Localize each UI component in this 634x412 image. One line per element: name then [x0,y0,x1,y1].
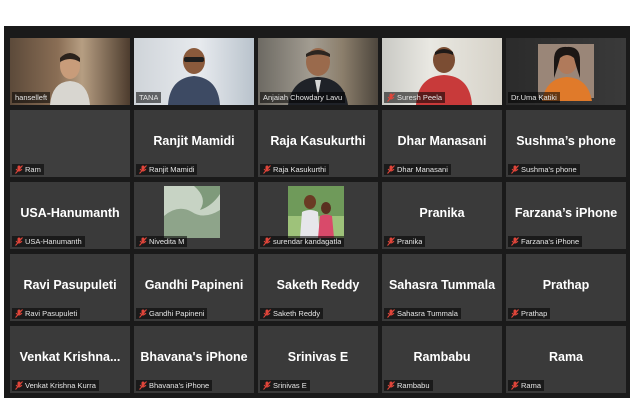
participant-display-name: Venkat Krishna... [19,350,121,364]
mic-muted-icon [15,381,23,390]
participant-label: Dr.Uma Katiki [508,92,560,103]
participant-label: Venkat Krishna Kurra [12,380,99,391]
participant-tile[interactable]: Pranika Pranika [382,182,502,249]
participant-tile[interactable]: Rama Rama [506,326,626,393]
participant-tile[interactable]: surendar kandagatla [258,182,378,249]
participant-tile[interactable]: Rambabu Rambabu [382,326,502,393]
participant-grid: hanselleft TANA Anjaiah Chowdary Lavu Su… [10,38,630,393]
participant-display-name: Gandhi Papineni [144,278,244,292]
participant-label: Suresh Peela [384,92,446,103]
participant-tile[interactable]: Suresh Peela [382,38,502,105]
participant-tile[interactable]: Ranjit Mamidi Ranjit Mamidi [134,110,254,177]
participant-label: Saketh Reddy [260,308,324,319]
participant-display-name: Saketh Reddy [276,278,360,292]
mic-muted-icon [387,381,395,390]
participant-tile[interactable]: Sahasra Tummala Sahasra Tummala [382,254,502,321]
mic-muted-icon [263,165,271,174]
participant-tile[interactable]: Saketh Reddy Saketh Reddy [258,254,378,321]
mic-muted-icon [15,165,23,174]
participant-label: Rama [508,380,545,391]
participant-tile[interactable]: USA-Hanumanth USA-Hanumanth [10,182,130,249]
participant-label: Nivedita M [136,236,188,247]
mic-muted-icon [139,381,147,390]
participant-display-name: Sahasra Tummala [388,278,496,292]
participant-display-name: Pranika [419,206,465,220]
mic-muted-icon [15,237,23,246]
participant-label: Sushma's phone [508,164,580,175]
mic-muted-icon [511,309,519,318]
participant-tile[interactable]: Ram [10,110,130,177]
participant-label: TANA [136,92,162,103]
participant-tile[interactable]: Anjaiah Chowdary Lavu [258,38,378,105]
participant-label: Srinivas E [260,380,310,391]
participant-tile[interactable]: Dhar Manasani Dhar Manasani [382,110,502,177]
participant-label: Gandhi Papineni [136,308,208,319]
participant-display-name: Rambabu [413,350,471,364]
mic-muted-icon [263,237,271,246]
mic-muted-icon [139,165,147,174]
participant-tile-active-speaker[interactable]: Dr.Uma Katiki [506,38,626,105]
participant-label: Bhavana's iPhone [136,380,213,391]
participant-label: Anjaiah Chowdary Lavu [260,92,346,103]
participant-label: Rambabu [384,380,433,391]
participant-label: USA-Hanumanth [12,236,85,247]
profile-picture [164,186,220,238]
participant-tile[interactable]: Prathap Prathap [506,254,626,321]
mic-muted-icon [387,309,395,318]
meeting-gallery-view: hanselleft TANA Anjaiah Chowdary Lavu Su… [4,26,630,398]
mic-muted-icon [263,381,271,390]
participant-tile[interactable]: Nivedita M [134,182,254,249]
participant-display-name: USA-Hanumanth [20,206,120,220]
participant-tile[interactable]: Ravi Pasupuleti Ravi Pasupuleti [10,254,130,321]
mic-muted-icon [387,237,395,246]
participant-label: Ram [12,164,44,175]
participant-tile[interactable]: Gandhi Papineni Gandhi Papineni [134,254,254,321]
participant-display-name: Ravi Pasupuleti [23,278,117,292]
mic-muted-icon [511,237,519,246]
participant-display-name: Raja Kasukurthi [270,134,366,148]
participant-tile[interactable]: Bhavana's iPhone Bhavana's iPhone [134,326,254,393]
mic-muted-icon [139,309,147,318]
participant-display-name: Srinivas E [287,350,349,364]
participant-tile[interactable]: Venkat Krishna... Venkat Krishna Kurra [10,326,130,393]
participant-label: Pranika [384,236,426,247]
participant-tile[interactable]: Sushma’s phone Sushma's phone [506,110,626,177]
mic-muted-icon [263,309,271,318]
participant-label: Prathap [508,308,551,319]
participant-tile[interactable]: Farzana’s iPhone Farzana's iPhone [506,182,626,249]
participant-label: Sahasra Tummala [384,308,461,319]
mic-muted-icon [139,237,147,246]
participant-display-name: Ranjit Mamidi [153,134,235,148]
participant-tile[interactable]: TANA [134,38,254,105]
mic-muted-icon [511,165,519,174]
mic-muted-icon [15,309,23,318]
participant-label: Ravi Pasupuleti [12,308,81,319]
participant-label: Ranjit Mamidi [136,164,198,175]
participant-label: Dhar Manasani [384,164,451,175]
profile-picture [288,186,344,238]
mic-muted-icon [387,165,395,174]
participant-display-name: Dhar Manasani [397,134,487,148]
participant-display-name: Prathap [542,278,590,292]
participant-tile[interactable]: hanselleft [10,38,130,105]
mic-muted-icon [387,93,395,102]
participant-display-name: Bhavana's iPhone [140,350,248,364]
participant-tile[interactable]: Raja Kasukurthi Raja Kasukurthi [258,110,378,177]
participant-label: Raja Kasukurthi [260,164,329,175]
participant-label: Farzana's iPhone [508,236,583,247]
participant-display-name: Farzana’s iPhone [514,206,618,220]
mic-muted-icon [511,381,519,390]
participant-tile[interactable]: Srinivas E Srinivas E [258,326,378,393]
participant-display-name: Rama [548,350,584,364]
participant-label: surendar kandagatla [260,236,345,247]
participant-label: hanselleft [12,92,51,103]
participant-display-name: Sushma’s phone [516,134,616,148]
